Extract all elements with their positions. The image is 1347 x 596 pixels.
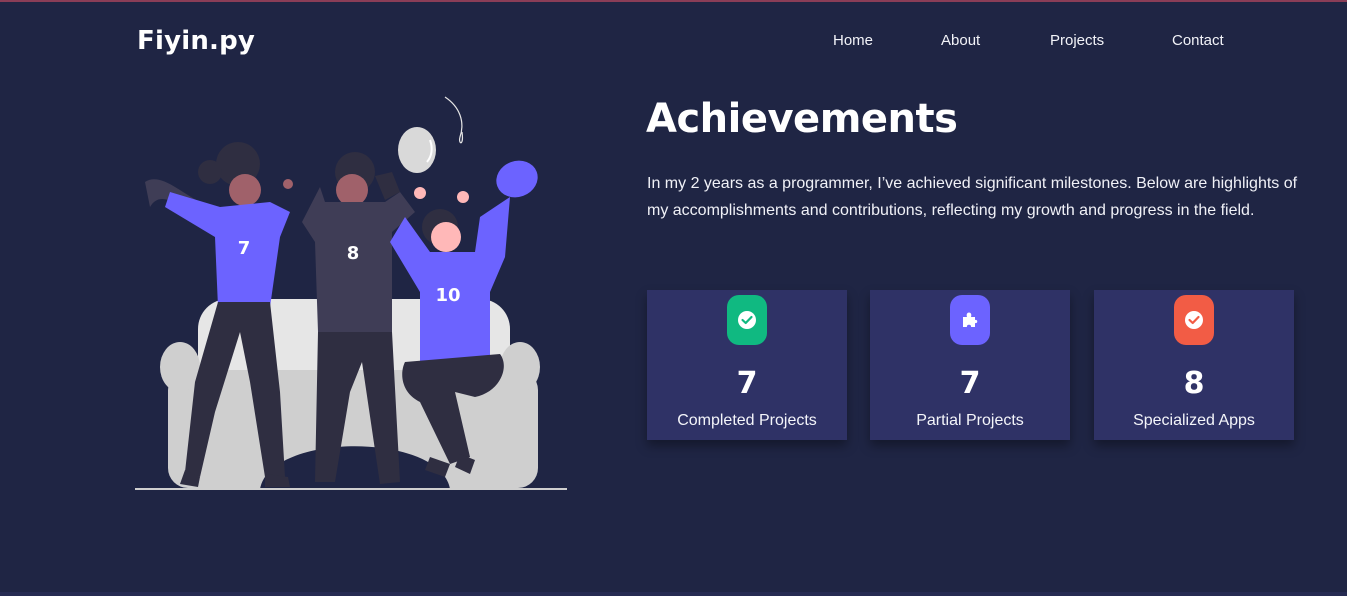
- nav-home-link[interactable]: Home: [833, 32, 873, 49]
- celebration-illustration: 7 8 10: [135, 96, 567, 490]
- check-circle-icon: [727, 295, 767, 345]
- stat-value: 7: [959, 366, 981, 401]
- nav-projects-link[interactable]: Projects: [1050, 32, 1104, 49]
- stat-value: 7: [736, 366, 758, 401]
- jersey-number-8: 8: [347, 243, 360, 264]
- jersey-number-10: 10: [435, 285, 460, 306]
- page-title: Achievements: [646, 96, 958, 142]
- main-nav: Home About Projects Contact: [0, 32, 1347, 52]
- nav-about-link[interactable]: About: [941, 32, 980, 49]
- check-circle-icon: [1174, 295, 1214, 345]
- top-accent-line: [0, 0, 1347, 2]
- stat-card-specialized: 8 Specialized Apps: [1094, 290, 1294, 440]
- stat-card-completed: 7 Completed Projects: [647, 290, 847, 440]
- nav-contact-link[interactable]: Contact: [1172, 32, 1224, 49]
- stat-value: 8: [1183, 366, 1205, 401]
- intro-paragraph: In my 2 years as a programmer, I’ve achi…: [647, 175, 1298, 219]
- stat-label: Specialized Apps: [1133, 412, 1255, 429]
- stat-card-partial: 7 Partial Projects: [870, 290, 1070, 440]
- jersey-number-7: 7: [238, 238, 251, 259]
- stat-label: Completed Projects: [677, 412, 817, 429]
- stat-label: Partial Projects: [916, 412, 1024, 429]
- puzzle-icon: [950, 295, 990, 345]
- bottom-divider: [0, 592, 1347, 596]
